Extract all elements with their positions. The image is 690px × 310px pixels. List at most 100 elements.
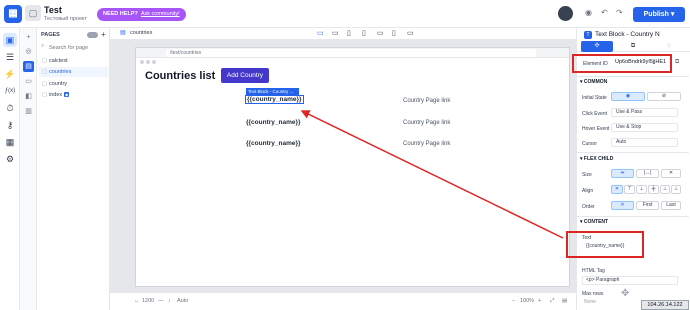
align-stretch-option[interactable]: ⊥: [671, 185, 681, 194]
secondary-rail: + ◎ ▤ ▭ ◧ ▥: [20, 28, 37, 310]
grid-icon[interactable]: ▦: [3, 135, 17, 149]
panel-title[interactable]: Text Block - Country N: [595, 31, 660, 38]
chevron-down-icon: ▾: [670, 11, 675, 18]
components-icon[interactable]: ◎: [23, 46, 34, 57]
element-id-label: Element ID: [583, 61, 608, 67]
tab-styles[interactable]: ⧉: [617, 41, 649, 52]
section-flex-child-title: FLEX CHILD: [583, 156, 614, 162]
page-frame: /test/countries Countries list Add Count…: [135, 47, 570, 287]
add-page-icon[interactable]: +: [101, 30, 106, 39]
pages-toggle[interactable]: [87, 32, 98, 38]
page-doc-icon: ▤: [120, 30, 126, 36]
mobile-small-icon[interactable]: ▯: [392, 29, 396, 37]
initial-state-visible[interactable]: ◉: [611, 92, 645, 101]
help-pill[interactable]: NEED HELP? Ask community!: [97, 8, 186, 21]
order-last-option[interactable]: Last: [661, 201, 681, 210]
canvas-height-value[interactable]: Auto: [177, 298, 188, 304]
tab-events[interactable]: ◌: [653, 41, 685, 52]
window-dots: [140, 51, 158, 69]
size-hug-option[interactable]: ⇹: [611, 169, 634, 178]
workflow-icon[interactable]: ⚡: [3, 67, 17, 81]
align-none-option[interactable]: ✕: [611, 185, 623, 194]
frame-url-bar: /test/countries: [136, 48, 569, 64]
country-page-link[interactable]: Country Page link: [403, 141, 450, 147]
redo-icon[interactable]: ↷: [616, 8, 623, 17]
page-item-countries[interactable]: ▢ countries: [39, 67, 108, 77]
section-common[interactable]: ▾ COMMON: [580, 79, 607, 85]
pages-panel: PAGES + ⌕ ▢calctest ▢countries ▢country …: [37, 28, 110, 310]
layout-icon[interactable]: ▣: [3, 33, 17, 47]
page-heading[interactable]: Countries list: [145, 70, 215, 82]
gear-icon[interactable]: ⚙: [3, 152, 17, 166]
zoom-out-icon[interactable]: −: [512, 298, 515, 304]
align-bottom-option[interactable]: ⊥: [636, 185, 647, 194]
country-name-text[interactable]: {{country_name}}: [246, 140, 301, 147]
data-icon[interactable]: ☰: [3, 50, 17, 64]
laptop-device-icon[interactable]: ▭: [332, 29, 339, 37]
app-logo-icon[interactable]: ▦: [4, 5, 22, 23]
publish-button[interactable]: Publish ▾: [633, 7, 685, 22]
styles-icon[interactable]: ◧: [23, 91, 34, 102]
left-icon-rail: ▣ ☰ ⚡ ƒ(x) ⏱ ⚷ ▦ ⚙: [0, 28, 20, 310]
page-item-label: calctest: [49, 58, 68, 64]
country-name-text[interactable]: {{country_name}}: [246, 119, 301, 126]
page-item-index[interactable]: ▢ index ◆: [39, 90, 108, 100]
size-none-option[interactable]: ✕: [661, 169, 681, 178]
order-none-option[interactable]: ✕: [611, 201, 634, 210]
country-name-text[interactable]: {{country_name}}: [245, 95, 304, 104]
text-content-input[interactable]: {{country_name}}: [583, 243, 678, 259]
tablet-device-icon[interactable]: ▯: [347, 29, 351, 37]
page-item-calctest[interactable]: ▢ calctest: [39, 56, 108, 66]
size-label: Size: [582, 172, 592, 178]
html-tag-select[interactable]: <p> Paragraph: [582, 276, 678, 285]
canvas-width-value[interactable]: 1200: [142, 298, 154, 304]
pages-icon[interactable]: ▤: [23, 61, 34, 72]
element-id-value[interactable]: Up6oBndrk9yI5jjHE1: [615, 59, 670, 65]
tablet-landscape-icon[interactable]: ▭: [377, 29, 384, 37]
ask-community-link[interactable]: Ask community!: [141, 11, 180, 17]
order-first-option[interactable]: First: [636, 201, 659, 210]
fit-icon[interactable]: ⤢: [550, 298, 554, 305]
timer-icon[interactable]: ⏱: [3, 101, 17, 115]
zoom-value[interactable]: 100%: [520, 298, 534, 304]
section-content[interactable]: ▾ CONTENT: [580, 219, 608, 225]
click-event-select[interactable]: Use & Pass: [611, 108, 678, 117]
cursor-select[interactable]: Auto: [611, 138, 678, 147]
avatar[interactable]: [558, 6, 573, 21]
formula-icon[interactable]: ƒ(x): [3, 84, 17, 98]
page-settings-icon[interactable]: ▤: [562, 298, 567, 304]
key-icon[interactable]: ⚷: [3, 118, 17, 132]
page-item-country[interactable]: ▢ country: [39, 79, 108, 89]
hover-event-select[interactable]: Use & Stop: [611, 123, 678, 132]
mobile-device-icon[interactable]: ▯: [362, 29, 366, 37]
undo-icon[interactable]: ↶: [601, 8, 608, 17]
project-thumbnail[interactable]: ▢: [25, 5, 41, 21]
country-page-link[interactable]: Country Page link: [403, 120, 450, 126]
add-country-button[interactable]: Add Country: [221, 68, 269, 83]
copy-icon[interactable]: ⧉: [675, 59, 679, 66]
add-icon[interactable]: +: [23, 32, 34, 43]
layers-icon[interactable]: ▭: [23, 76, 34, 87]
text-block-icon: T: [584, 31, 592, 39]
align-label: Align: [582, 188, 594, 194]
initial-state-hidden[interactable]: ⊘: [647, 92, 681, 101]
section-flex-child[interactable]: ▾ FLEX CHILD: [580, 156, 613, 162]
country-page-link[interactable]: Country Page link: [403, 98, 450, 104]
align-end-option[interactable]: ⊥: [660, 185, 670, 194]
zoom-in-icon[interactable]: +: [538, 298, 541, 304]
align-top-option[interactable]: ⊤: [624, 185, 635, 194]
current-page-label[interactable]: countries: [130, 30, 152, 36]
page-icon: ▢: [42, 81, 48, 87]
project-name[interactable]: Test: [44, 5, 62, 15]
align-center-option[interactable]: ╪: [648, 185, 659, 194]
panel-tabs: ✣ ⧉ ◌: [577, 41, 690, 52]
assets-icon[interactable]: ▥: [23, 106, 34, 117]
page-search-input[interactable]: [40, 43, 107, 52]
tab-properties[interactable]: ✣: [581, 41, 613, 52]
desktop-device-icon[interactable]: ▭: [317, 29, 324, 37]
max-rows-value[interactable]: None: [584, 299, 596, 305]
wide-device-icon[interactable]: ▭: [407, 29, 414, 37]
size-fill-option[interactable]: |↔|: [636, 169, 659, 178]
preview-eye-icon[interactable]: ◉: [585, 8, 592, 17]
top-bar: ▦ ▢ Test Тестовый проект NEED HELP? Ask c…: [0, 0, 690, 28]
